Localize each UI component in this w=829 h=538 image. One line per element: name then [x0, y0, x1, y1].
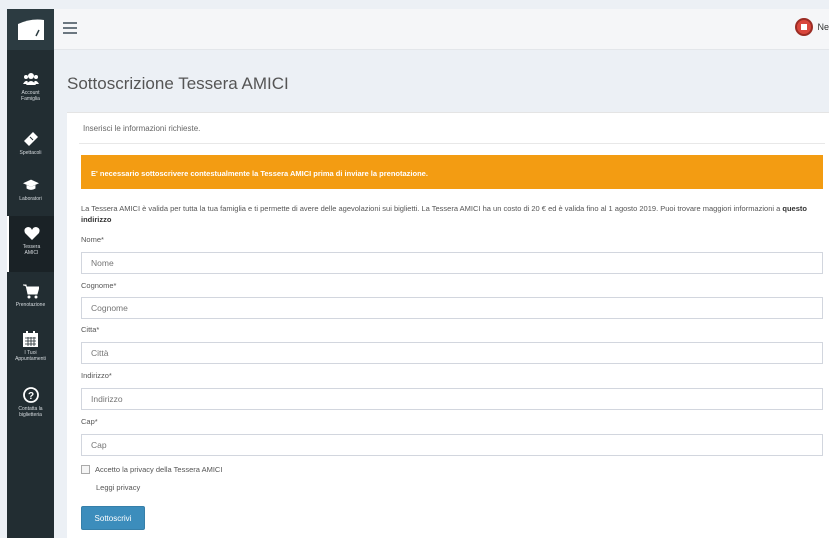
nome-label: Nome*: [81, 235, 104, 244]
sottoscrivi-button[interactable]: Sottoscrivi: [81, 506, 145, 530]
user-avatar-icon: [801, 24, 808, 30]
calendar-icon: [23, 331, 39, 347]
sidebar-item-label: Tessera AMICI: [22, 244, 41, 256]
sidebar-item-spettacoli[interactable]: Spettacoli: [7, 131, 54, 156]
sidebar-item-label: Prenotazione: [15, 302, 46, 308]
citta-label: Citta*: [81, 325, 100, 334]
page-title: Sottoscrizione Tessera AMICI: [67, 74, 289, 93]
svg-text:?: ?: [27, 391, 33, 402]
ticket-icon: [23, 131, 39, 147]
form-box: Inserisci le informazioni richieste. E' …: [67, 112, 829, 538]
privacy-checkbox[interactable]: [81, 465, 90, 474]
top-navbar: Ne: [54, 9, 829, 50]
user-name: Ne: [817, 22, 829, 32]
sidebar: Account Famiglia Spettacoli Laboratori T…: [7, 9, 54, 538]
sidebar-item-label: Laboratori: [19, 196, 42, 202]
cognome-field[interactable]: [81, 297, 823, 319]
info-text: La Tessera AMICI è valida per tutta la t…: [81, 203, 823, 225]
sidebar-item-tessera-amici[interactable]: Tessera AMICI: [7, 216, 54, 272]
indirizzo-label: Indirizzo*: [81, 371, 112, 380]
indirizzo-field[interactable]: [81, 388, 823, 410]
graduation-cap-icon: [22, 177, 39, 193]
sidebar-item-account-famiglia[interactable]: Account Famiglia: [7, 71, 54, 102]
user-menu[interactable]: Ne: [795, 18, 829, 36]
citta-field[interactable]: [81, 342, 823, 364]
question-icon: ?: [22, 387, 39, 403]
hamburger-menu-icon[interactable]: [63, 22, 77, 36]
divider: [79, 143, 825, 144]
users-icon: [22, 71, 39, 87]
sidebar-item-appuntamenti[interactable]: I Tuoi Appuntamenti: [7, 331, 54, 362]
main-content: Sottoscrizione Tessera AMICI Inserisci l…: [54, 50, 829, 538]
logo-icon: [17, 19, 44, 40]
avatar: [795, 18, 814, 36]
sidebar-item-prenotazione[interactable]: Prenotazione: [7, 283, 54, 308]
privacy-link[interactable]: Leggi privacy: [96, 483, 140, 492]
sidebar-item-contatta[interactable]: ? Contatta la biglietteria: [7, 387, 54, 418]
app-logo[interactable]: [7, 9, 54, 50]
sidebar-item-label: I Tuoi Appuntamenti: [15, 350, 46, 362]
sidebar-item-label: Contatta la biglietteria: [18, 406, 43, 418]
nome-field[interactable]: [81, 252, 823, 274]
info-body: La Tessera AMICI è valida per tutta la t…: [81, 204, 783, 213]
warning-alert: E' necessario sottoscrivere contestualme…: [81, 155, 823, 189]
sidebar-item-label: Account Famiglia: [21, 90, 40, 102]
cap-field[interactable]: [81, 434, 823, 456]
heart-icon: [23, 225, 40, 241]
cap-label: Cap*: [81, 417, 98, 426]
privacy-checkbox-row: Accetto la privacy della Tessera AMICI: [81, 465, 222, 474]
sidebar-item-label: Spettacoli: [19, 150, 42, 156]
cart-icon: [22, 283, 39, 299]
form-subtitle: Inserisci le informazioni richieste.: [83, 124, 201, 133]
cognome-label: Cognome*: [81, 281, 117, 290]
sidebar-item-laboratori[interactable]: Laboratori: [7, 177, 54, 202]
privacy-checkbox-label: Accetto la privacy della Tessera AMICI: [95, 465, 223, 474]
